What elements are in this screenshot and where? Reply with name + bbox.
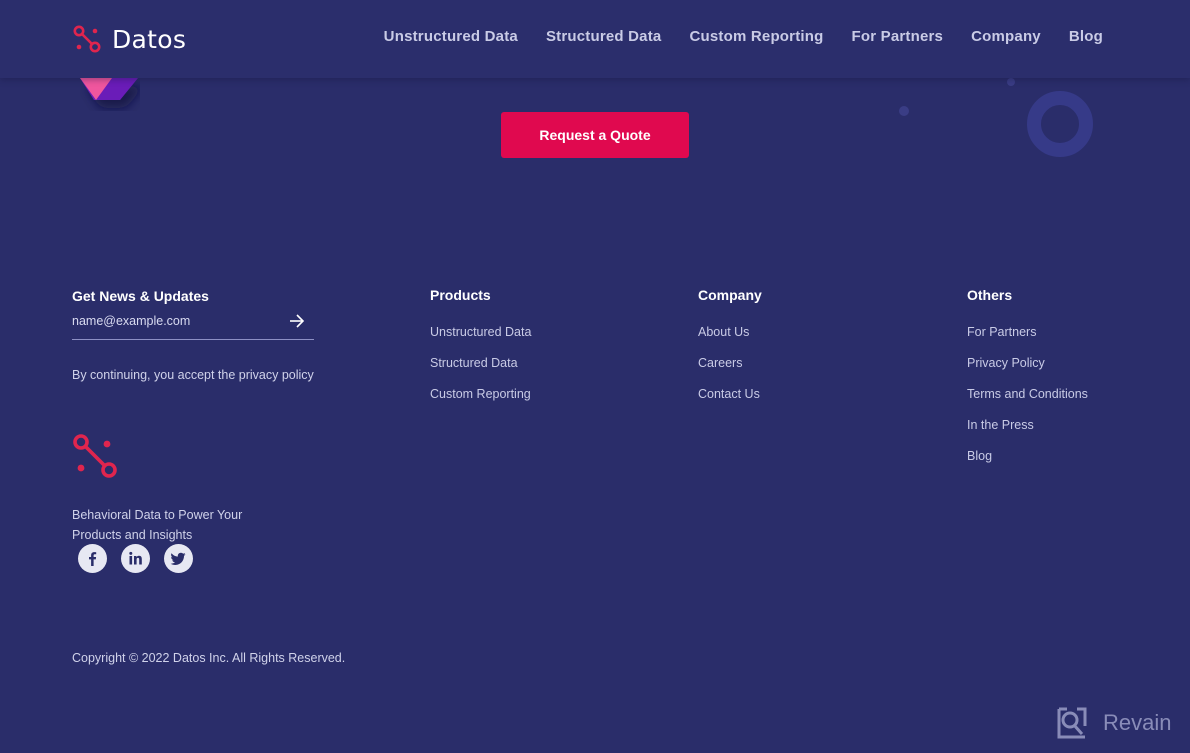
linkedin-icon bbox=[129, 551, 142, 565]
brand-logo[interactable]: Datos bbox=[72, 24, 186, 54]
brand-name: Datos bbox=[112, 24, 187, 54]
tagline: Behavioral Data to Power Your Products a… bbox=[72, 508, 243, 542]
twitter-icon bbox=[170, 552, 186, 565]
nav-unstructured-data[interactable]: Unstructured Data bbox=[384, 28, 518, 45]
footer-link-terms[interactable]: Terms and Conditions bbox=[967, 386, 1088, 417]
twitter-link[interactable] bbox=[164, 544, 193, 573]
decorative-ring bbox=[1027, 91, 1093, 157]
datos-logo-icon bbox=[73, 434, 117, 478]
email-field-wrapper bbox=[72, 310, 314, 340]
revain-watermark: Revain bbox=[1055, 706, 1171, 740]
column-title: Products bbox=[430, 287, 491, 303]
footer-column-others: Others For Partners Privacy Policy Terms… bbox=[967, 287, 1088, 479]
decorative-dot bbox=[1007, 78, 1015, 86]
column-title: Company bbox=[698, 287, 762, 303]
footer-link-unstructured-data[interactable]: Unstructured Data bbox=[430, 324, 531, 355]
footer-link-blog[interactable]: Blog bbox=[967, 448, 1088, 479]
main-nav: Unstructured Data Structured Data Custom… bbox=[356, 28, 1103, 45]
copyright-text: Copyright © 2022 Datos Inc. All Rights R… bbox=[72, 651, 346, 665]
nav-custom-reporting[interactable]: Custom Reporting bbox=[689, 28, 823, 45]
site-header: Datos Unstructured Data Structured Data … bbox=[0, 0, 1190, 78]
column-title: Others bbox=[967, 287, 1013, 303]
footer-brand: Behavioral Data to Power Your Products a… bbox=[72, 433, 252, 545]
nav-structured-data[interactable]: Structured Data bbox=[546, 28, 662, 45]
nav-company[interactable]: Company bbox=[971, 28, 1041, 45]
footer-link-custom-reporting[interactable]: Custom Reporting bbox=[430, 386, 531, 417]
arrow-right-icon[interactable] bbox=[288, 313, 306, 329]
datos-logo-icon bbox=[73, 25, 101, 53]
revain-logo-icon bbox=[1057, 707, 1087, 739]
nav-blog[interactable]: Blog bbox=[1069, 28, 1103, 45]
privacy-note: By continuing, you accept the privacy po… bbox=[72, 368, 314, 382]
email-input[interactable] bbox=[72, 314, 282, 328]
footer-link-contact-us[interactable]: Contact Us bbox=[698, 386, 762, 417]
footer-link-privacy-policy[interactable]: Privacy Policy bbox=[967, 355, 1088, 386]
footer-link-careers[interactable]: Careers bbox=[698, 355, 762, 386]
linkedin-link[interactable] bbox=[121, 544, 150, 573]
footer-link-in-the-press[interactable]: In the Press bbox=[967, 417, 1088, 448]
footer-link-about-us[interactable]: About Us bbox=[698, 324, 762, 355]
revain-label: Revain bbox=[1103, 710, 1172, 735]
footer-link-for-partners[interactable]: For Partners bbox=[967, 324, 1088, 355]
footer-link-structured-data[interactable]: Structured Data bbox=[430, 355, 531, 386]
request-quote-button[interactable]: Request a Quote bbox=[501, 112, 689, 158]
decorative-dot bbox=[899, 106, 909, 116]
newsletter-section: Get News & Updates By continuing, you ac… bbox=[72, 288, 314, 382]
nav-for-partners[interactable]: For Partners bbox=[852, 28, 944, 45]
newsletter-title: Get News & Updates bbox=[72, 288, 209, 304]
social-links bbox=[78, 544, 193, 573]
facebook-icon bbox=[89, 552, 97, 566]
facebook-link[interactable] bbox=[78, 544, 107, 573]
footer-column-company: Company About Us Careers Contact Us bbox=[698, 287, 762, 417]
footer-column-products: Products Unstructured Data Structured Da… bbox=[430, 287, 531, 417]
decorative-triangle-icon bbox=[80, 78, 138, 100]
